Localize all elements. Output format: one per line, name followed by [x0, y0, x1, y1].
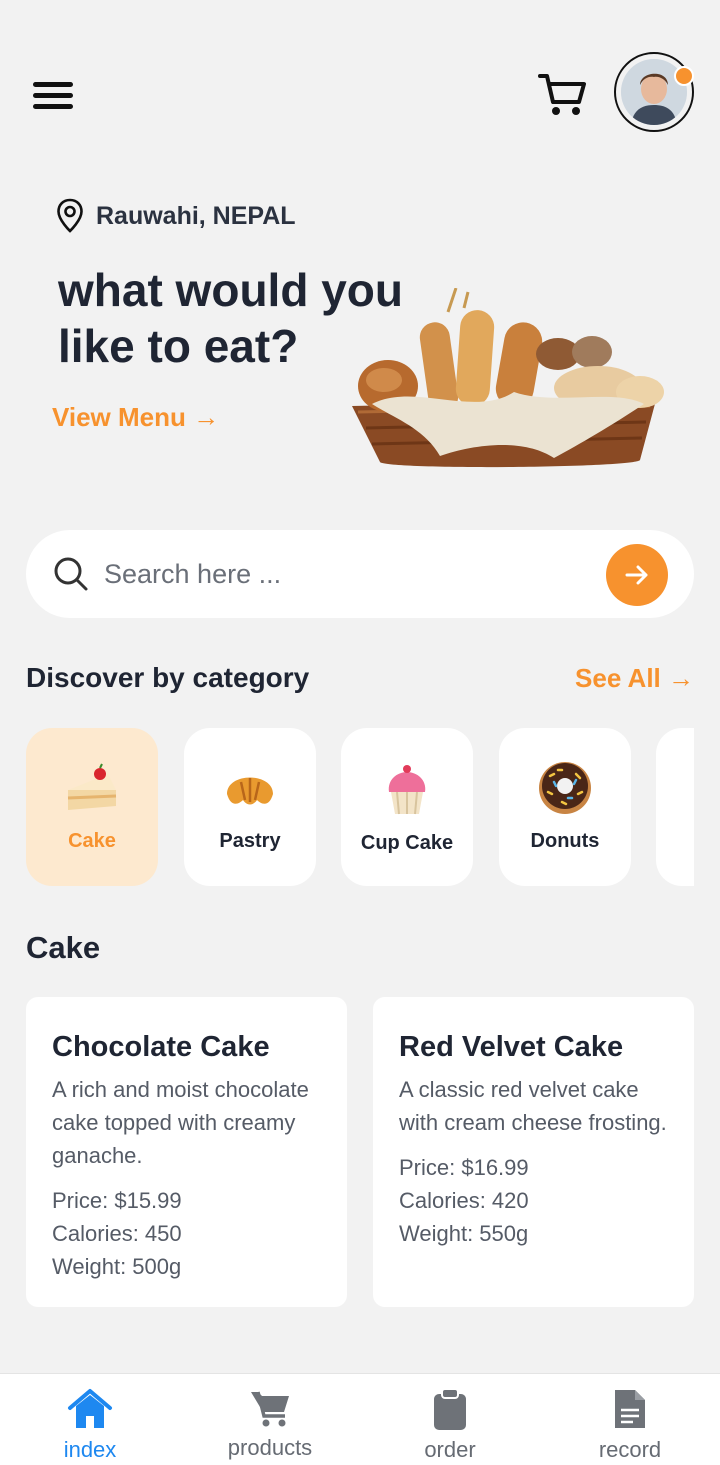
product-calories: Calories: 420 [399, 1188, 529, 1213]
product-card[interactable]: Chocolate Cake A rich and moist chocolat… [26, 997, 347, 1307]
category-label: Donuts [530, 830, 600, 852]
product-description: A classic red velvet cake with cream che… [399, 1077, 667, 1135]
nav-item-index[interactable]: index [30, 1388, 150, 1463]
category-card-donuts[interactable]: Donuts [499, 728, 631, 886]
nav-label: index [63, 1437, 117, 1462]
arrow-right-icon [625, 565, 648, 585]
search-bar[interactable]: Search here ... [26, 530, 694, 618]
search-icon [54, 557, 88, 591]
product-description: A rich and moist chocolate cake topped w… [52, 1077, 309, 1168]
product-price: Price: $16.99 [399, 1155, 529, 1180]
product-card[interactable]: Red Velvet Cake A classic red velvet cak… [373, 997, 694, 1307]
category-section-header: Discover by category See All → [26, 662, 694, 694]
product-price: Price: $15.99 [52, 1188, 182, 1213]
category-card-pastry[interactable]: Pastry [184, 728, 316, 886]
view-menu-link[interactable]: View Menu → [52, 402, 219, 433]
cart-icon [251, 1391, 289, 1427]
hamburger-menu-icon[interactable] [30, 82, 76, 116]
search-submit-button[interactable] [606, 544, 668, 606]
category-label: Cake [68, 830, 116, 852]
croissant-icon [227, 777, 273, 805]
home-icon [68, 1389, 112, 1428]
nav-item-record[interactable]: record [570, 1388, 690, 1463]
product-weight: Weight: 550g [399, 1221, 529, 1246]
category-label: Pastry [219, 830, 281, 852]
app-screen: Rauwahi, NEPAL what would you like to ea… [0, 0, 720, 1465]
category-label: Cup Cake [360, 832, 454, 854]
location-display[interactable]: Rauwahi, NEPAL [56, 198, 296, 234]
bread-basket-illustration [344, 287, 676, 478]
nav-label: products [227, 1435, 313, 1460]
nav-label: order [424, 1437, 476, 1462]
product-weight: Weight: 500g [52, 1254, 182, 1279]
list-title: Cake [26, 930, 101, 965]
see-all-link[interactable]: See All → [575, 663, 694, 694]
category-card-cake[interactable]: Cake [26, 728, 158, 886]
product-name: Chocolate Cake [52, 1031, 270, 1063]
product-calories: Calories: 450 [52, 1221, 182, 1246]
donut-icon [539, 762, 591, 814]
bottom-navigation: index products order record [0, 1373, 720, 1465]
section-title: Discover by category [26, 662, 310, 693]
document-icon [615, 1390, 645, 1428]
nav-item-products[interactable]: products [210, 1388, 330, 1461]
search-input[interactable]: Search here ... [104, 559, 281, 590]
category-card-cupcake[interactable]: Cup Cake [341, 728, 473, 886]
cupcake-icon [388, 765, 426, 815]
location-pin-icon [57, 198, 83, 233]
category-list: Cake Pastry Cup Cake Donuts [26, 728, 694, 886]
shopping-cart-icon[interactable] [536, 70, 588, 118]
location-text: Rauwahi, NEPAL [96, 201, 296, 230]
nav-item-order[interactable]: order [390, 1388, 510, 1463]
notification-dot [674, 66, 694, 86]
clipboard-icon [434, 1388, 466, 1430]
cake-icon [67, 763, 117, 810]
category-card-partial[interactable]: B [656, 728, 694, 886]
product-name: Red Velvet Cake [399, 1031, 624, 1063]
nav-label: record [598, 1437, 662, 1462]
profile-avatar[interactable] [614, 52, 694, 132]
